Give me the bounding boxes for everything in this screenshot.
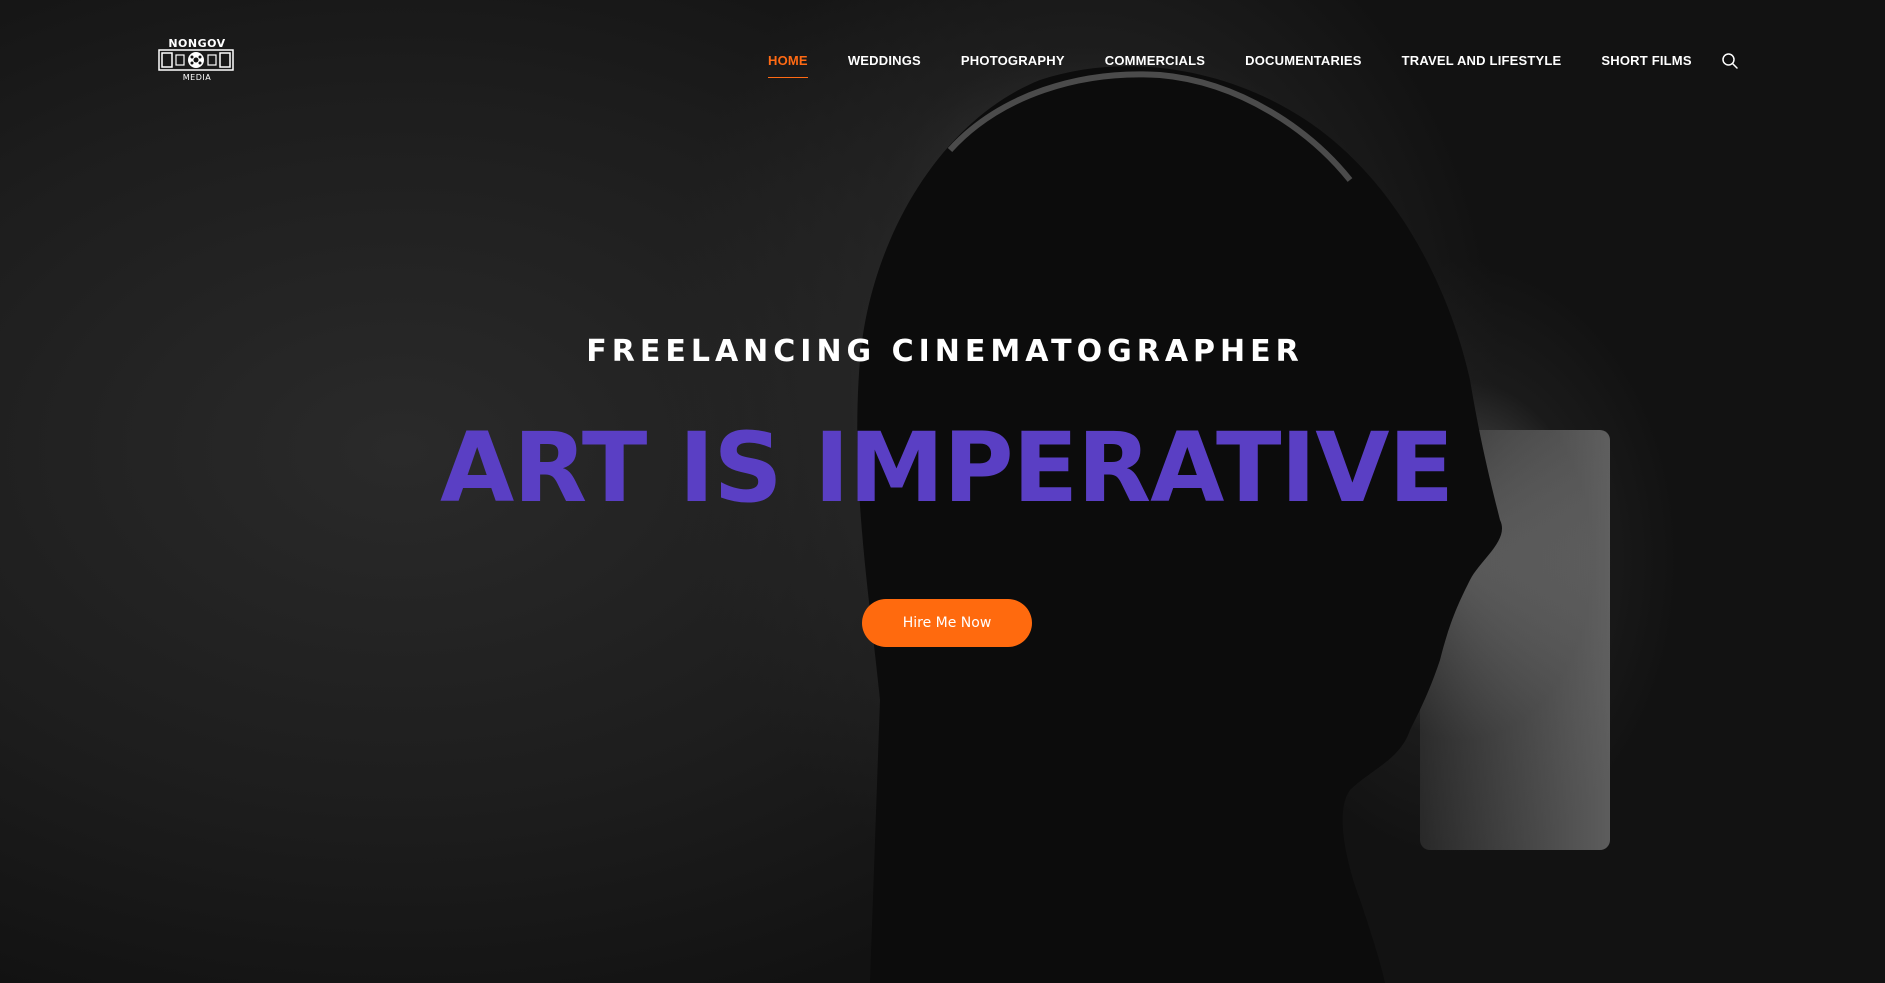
logo-top-text: NONGOV <box>168 37 226 50</box>
nav-item-photography[interactable]: PHOTOGRAPHY <box>961 50 1065 78</box>
main-nav: HOME WEDDINGS PHOTOGRAPHY COMMERCIALS DO… <box>768 50 1732 78</box>
hero-headline: ART IS IMPERATIVE <box>439 412 1454 524</box>
logo-bottom-text: MEDIA <box>182 73 212 82</box>
nav-item-home[interactable]: HOME <box>768 50 808 78</box>
hero-subtitle: FREELANCING CINEMATOGRAPHER <box>586 334 1304 369</box>
nav-item-commercials[interactable]: COMMERCIALS <box>1105 50 1205 78</box>
nav-item-short-films[interactable]: SHORT FILMS <box>1601 50 1691 78</box>
film-reel-icon <box>158 49 234 71</box>
hero-section: NONGOV MEDIA HOME WEDDINGS PHOTOGRAPHY C… <box>0 0 1885 983</box>
nav-item-weddings[interactable]: WEDDINGS <box>848 50 921 78</box>
nav-item-documentaries[interactable]: DOCUMENTARIES <box>1245 50 1361 78</box>
nav-item-travel-and-lifestyle[interactable]: TRAVEL AND LIFESTYLE <box>1402 50 1562 78</box>
hire-me-now-button[interactable]: Hire Me Now <box>862 599 1032 647</box>
nongov-media-logo[interactable]: NONGOV MEDIA <box>158 38 236 90</box>
search-icon[interactable] <box>1721 52 1739 70</box>
